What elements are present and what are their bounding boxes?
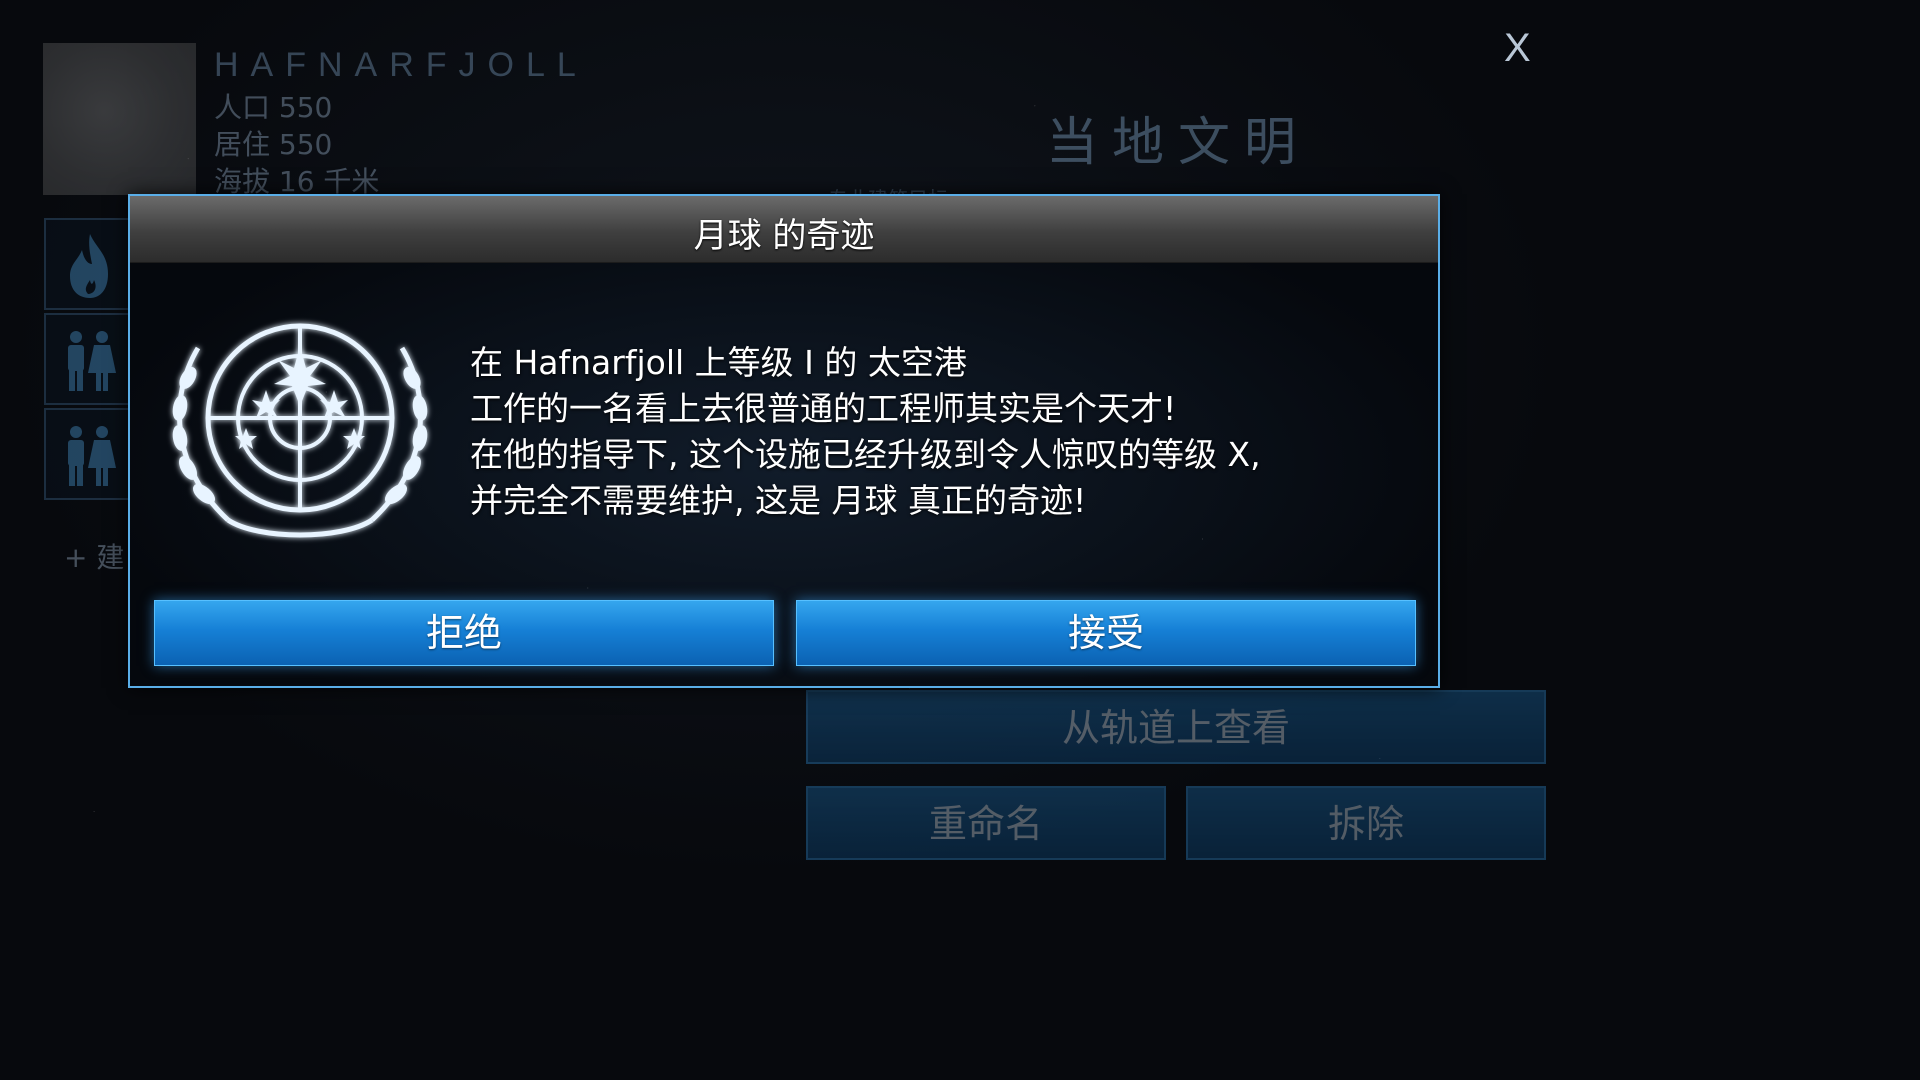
planet-name: HAFNARFJOLL	[214, 46, 588, 84]
message-line: 工作的一名看上去很普通的工程师其实是个天才!	[470, 389, 1177, 428]
message-line: 在他的指导下, 这个设施已经升级到令人惊叹的等级 X,	[470, 435, 1261, 474]
side-tab-housing[interactable]	[44, 408, 130, 500]
dialog-title: 月球 的奇迹	[693, 216, 875, 256]
message-line: 并完全不需要维护, 这是 月球 真正的奇迹!	[470, 481, 1087, 520]
miracle-dialog: 月球 的奇迹 在 Hafnarfjoll 上等级 I 的 太空港 工作的一名看上…	[128, 194, 1440, 688]
reject-button[interactable]: 拒绝	[154, 600, 774, 666]
side-tab-population[interactable]	[44, 313, 130, 405]
accept-button[interactable]: 接受	[796, 600, 1416, 666]
dialog-message: 在 Hafnarfjoll 上等级 I 的 太空港 工作的一名看上去很普通的工程…	[470, 340, 1420, 524]
civilization-title: 当地文明	[1046, 113, 1311, 173]
view-from-orbit-button[interactable]: 从轨道上查看	[806, 690, 1546, 764]
housing-stat: 居住 550	[214, 128, 333, 161]
close-icon[interactable]: X	[1504, 26, 1531, 71]
side-tab-energy[interactable]	[44, 218, 130, 310]
flame-icon	[70, 234, 108, 298]
planet-thumbnail	[43, 43, 196, 195]
message-line: 在 Hafnarfjoll 上等级 I 的 太空港	[470, 343, 967, 382]
people-icon	[68, 331, 116, 391]
united-nations-emblem-icon	[172, 323, 428, 538]
add-building-link[interactable]: + 建	[64, 536, 124, 576]
people-icon	[68, 426, 116, 486]
population-stat: 人口 550	[214, 91, 333, 124]
dialog-header: 月球 的奇迹	[130, 196, 1438, 263]
demolish-button[interactable]: 拆除	[1186, 786, 1546, 860]
rename-button[interactable]: 重命名	[806, 786, 1166, 860]
